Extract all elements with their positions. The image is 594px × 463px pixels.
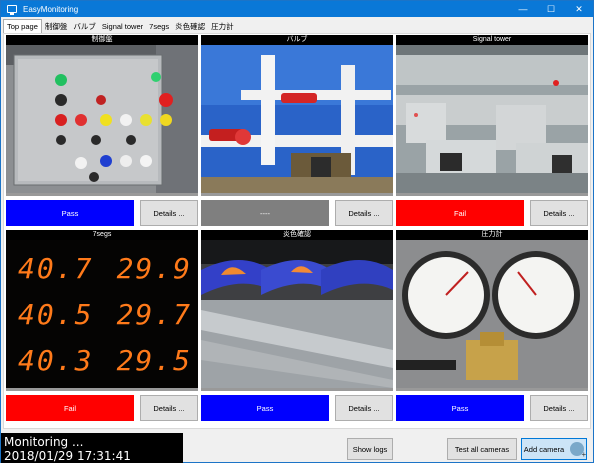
seg-value: 40.5 [18, 298, 94, 331]
tab-control-panel[interactable]: 制御盤 [42, 21, 71, 33]
camera-image-flame-color[interactable] [201, 240, 393, 388]
app-window: EasyMonitoring — ☐ ✕ Top page 制御盤 バルブ Si… [0, 0, 594, 463]
monitoring-status-panel: Monitoring ... 2018/01/29 17:31:41 [1, 433, 183, 463]
camera-image-control-panel[interactable] [6, 45, 198, 193]
window-title: EasyMonitoring [23, 4, 79, 14]
camera-tile: 制御盤 Pass Details ... [6, 35, 198, 226]
add-camera-icon [570, 442, 586, 459]
details-button[interactable]: Details ... [530, 200, 588, 226]
details-button[interactable]: Details ... [140, 395, 198, 421]
tab-top-page[interactable]: Top page [3, 19, 42, 33]
status-indicator: Fail [396, 200, 524, 226]
camera-title: 制御盤 [6, 35, 198, 45]
tab-valve[interactable]: バルブ [70, 21, 99, 33]
monitor-icon [7, 5, 17, 15]
status-indicator: Fail [6, 395, 134, 421]
status-indicator: Pass [201, 395, 329, 421]
minimize-button[interactable]: — [509, 1, 537, 17]
datetime-text: 2018/01/29 17:31:41 [4, 449, 131, 463]
camera-title: Signal tower [396, 35, 588, 45]
seg-value: 29.7 [116, 298, 192, 331]
details-button[interactable]: Details ... [530, 395, 588, 421]
details-button[interactable]: Details ... [140, 200, 198, 226]
camera-tile: バルブ ---- Details ... [201, 35, 393, 226]
camera-title: バルブ [201, 35, 393, 45]
test-all-cameras-button[interactable]: Test all cameras [447, 438, 517, 460]
status-indicator: Pass [6, 200, 134, 226]
camera-title: 圧力計 [396, 230, 588, 240]
valve-image [201, 45, 393, 193]
camera-image-7segs[interactable]: 40.7 29.9 40.5 29.7 40.3 29.5 [6, 240, 198, 388]
pressure-gauge-image [396, 240, 588, 388]
seven-segment-display: 40.7 29.9 40.5 29.7 40.3 29.5 [6, 240, 198, 388]
camera-image-signal-tower[interactable] [396, 45, 588, 193]
seg-value: 40.3 [18, 344, 94, 377]
seg-value: 29.9 [116, 252, 192, 285]
camera-image-pressure-gauge[interactable] [396, 240, 588, 388]
tab-7segs[interactable]: 7segs [146, 21, 172, 33]
add-camera-button[interactable]: Add camera [521, 438, 587, 460]
flame-image [201, 240, 393, 388]
tab-signal-tower[interactable]: Signal tower [99, 21, 146, 33]
camera-title: 7segs [6, 230, 198, 240]
details-button[interactable]: Details ... [335, 200, 393, 226]
tab-strip: Top page 制御盤 バルブ Signal tower 7segs 炎色確認… [3, 19, 237, 33]
maximize-button[interactable]: ☐ [537, 1, 565, 17]
tab-pressure-gauge[interactable]: 圧力計 [208, 21, 237, 33]
details-button[interactable]: Details ... [335, 395, 393, 421]
signal-tower-image [396, 45, 588, 193]
seg-value: 40.7 [18, 252, 94, 285]
show-logs-button[interactable]: Show logs [347, 438, 393, 460]
close-button[interactable]: ✕ [565, 1, 593, 17]
status-text: Monitoring ... [4, 435, 84, 449]
camera-tile: 7segs 40.7 29.9 40.5 29.7 40.3 29.5 Fail… [6, 230, 198, 421]
tab-flame-color[interactable]: 炎色確認 [172, 21, 208, 33]
camera-tile: 圧力計 Pass Details ... [396, 230, 588, 421]
control-panel-image [6, 45, 198, 193]
title-bar: EasyMonitoring — ☐ ✕ [1, 1, 593, 17]
seg-value: 29.5 [116, 344, 192, 377]
add-camera-label: Add camera [523, 444, 565, 454]
status-indicator: Pass [396, 395, 524, 421]
camera-image-valve[interactable] [201, 45, 393, 193]
camera-grid: 制御盤 Pass Details ... バルブ ---- Details ..… [3, 33, 591, 429]
status-indicator: ---- [201, 200, 329, 226]
camera-tile: 炎色確認 Pass Details ... [201, 230, 393, 421]
camera-tile: Signal tower Fail Details ... [396, 35, 588, 226]
camera-title: 炎色確認 [201, 230, 393, 240]
